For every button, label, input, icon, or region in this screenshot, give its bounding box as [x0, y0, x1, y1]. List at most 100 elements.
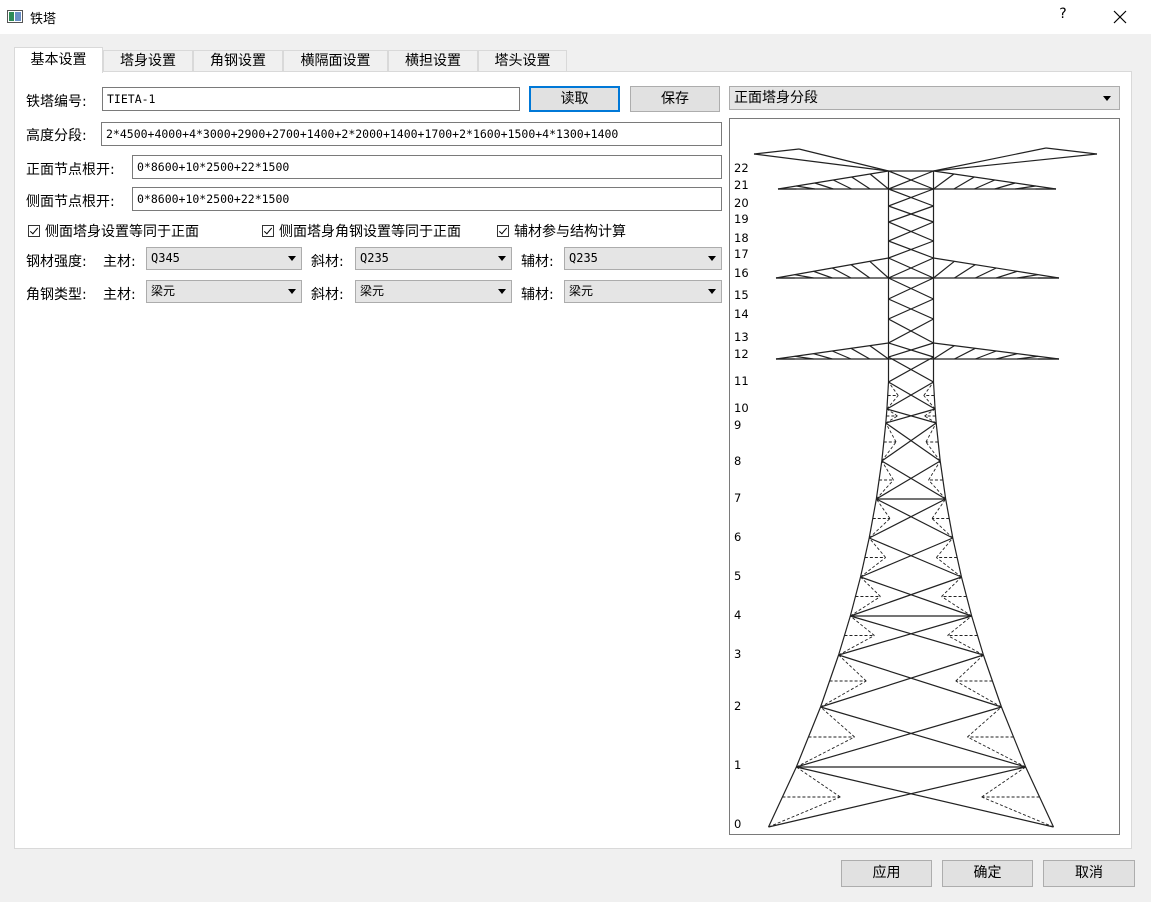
ok-button[interactable]: 确定 [942, 860, 1033, 887]
dropdown-arrow-icon [498, 256, 506, 261]
crossarm-web [850, 347, 871, 360]
type-diag-select[interactable]: 梁元 [355, 280, 512, 303]
peak-member [753, 153, 889, 172]
auxiliary-member [923, 381, 934, 396]
segment-label-6: 6 [734, 530, 742, 544]
strength-main-select[interactable]: Q345 [146, 247, 302, 270]
crossarm-web [954, 264, 976, 279]
tower-id-input[interactable]: TIETA-1 [102, 87, 520, 111]
type-aux-label: 辅材: [521, 287, 554, 303]
strength-aux-label: 辅材: [521, 254, 554, 270]
segment-label-21: 21 [734, 178, 749, 192]
type-main-label: 主材: [103, 287, 136, 303]
cancel-button[interactable]: 取消 [1043, 860, 1135, 887]
crossarm-web [996, 353, 1018, 360]
crossarm-web [869, 173, 889, 190]
segment-label-12: 12 [734, 347, 749, 361]
type-diag-label: 斜材: [311, 287, 344, 303]
segment-label-11: 11 [734, 374, 749, 388]
auxiliary-member [923, 395, 936, 410]
front-node-spacing-input[interactable]: 0*8600+10*2500+22*1500 [132, 155, 722, 179]
side-node-spacing-label: 侧面节点根开: [26, 194, 115, 210]
dropdown-arrow-icon [708, 289, 716, 294]
dropdown-arrow-icon [498, 289, 506, 294]
type-main-select[interactable]: 梁元 [146, 280, 302, 303]
crossarm-web [813, 353, 833, 360]
dropdown-arrow-icon [1103, 96, 1111, 101]
tab-diaphragm-settings[interactable]: 横隔面设置 [283, 50, 388, 71]
crossarm-web [975, 267, 997, 279]
side-body-same-checkbox[interactable]: 侧面塔身设置等同于正面 [28, 221, 199, 241]
crossarm-web [813, 270, 833, 279]
auxiliary-member [981, 766, 1026, 798]
apply-button[interactable]: 应用 [841, 860, 932, 887]
strength-aux-select[interactable]: Q235 [564, 247, 722, 270]
crossarm-web [832, 179, 852, 190]
steel-strength-label: 钢材强度: [26, 254, 87, 270]
side-node-spacing-input[interactable]: 0*8600+10*2500+22*1500 [132, 187, 722, 211]
segment-label-18: 18 [734, 231, 749, 245]
segment-label-14: 14 [734, 307, 749, 321]
checkbox-checked-icon [262, 225, 274, 237]
tab-basic-settings[interactable]: 基本设置 [14, 47, 103, 73]
segment-label-1: 1 [734, 758, 742, 772]
peak-member [1045, 147, 1098, 155]
crossarm-web [814, 182, 834, 190]
auxiliary-member [768, 796, 841, 828]
tab-crossarm-settings[interactable]: 横担设置 [388, 50, 478, 71]
segment-label-17: 17 [734, 247, 749, 261]
save-button[interactable]: 保存 [630, 86, 720, 112]
crossarm-web [851, 176, 871, 190]
crossarm-web [953, 176, 975, 190]
auxiliary-member [886, 395, 899, 410]
tab-body-settings[interactable]: 塔身设置 [103, 50, 193, 71]
peak-member [933, 147, 1047, 172]
segment-label-13: 13 [734, 330, 749, 344]
tower-drawing [753, 147, 1098, 828]
crossarm-web [831, 267, 852, 279]
tab-tower-head-settings[interactable]: 塔头设置 [478, 50, 567, 71]
segment-label-8: 8 [734, 454, 742, 468]
tab-angle-steel-settings[interactable]: 角钢设置 [193, 50, 283, 71]
crossarm-web [933, 173, 955, 190]
aux-calc-checkbox[interactable]: 辅材参与结构计算 [497, 221, 626, 241]
peak-member [798, 148, 889, 172]
tower-preview-canvas[interactable]: 22 21 20 19 18 17 16 15 14 13 12 11 10 9 8 7 6 5 4 3 2 1 0 [729, 118, 1120, 835]
read-button[interactable]: 读取 [529, 86, 620, 112]
crossarm-web [869, 260, 889, 279]
auxiliary-member [888, 381, 899, 396]
segment-label-5: 5 [734, 569, 742, 583]
main-leg-member [859, 537, 870, 578]
height-segments-input[interactable]: 2*4500+4000+4*3000+2900+2700+1400+2*2000… [101, 122, 722, 146]
main-leg-member [952, 537, 963, 578]
crossarm-web [850, 264, 871, 279]
type-aux-select[interactable]: 梁元 [564, 280, 722, 303]
segment-label-2: 2 [734, 699, 742, 713]
crossarm-web [933, 260, 955, 279]
angle-type-label: 角钢类型: [26, 287, 87, 303]
view-mode-select[interactable]: 正面塔身分段 [729, 86, 1120, 110]
segment-label-19: 19 [734, 212, 749, 226]
help-button[interactable]: ? [1053, 6, 1073, 22]
checkbox-checked-icon [28, 225, 40, 237]
segment-label-10: 10 [734, 401, 749, 415]
crossarm-web [869, 345, 889, 360]
segment-label-0: 0 [734, 817, 742, 831]
peak-member [933, 153, 1098, 172]
dropdown-arrow-icon [288, 289, 296, 294]
crossarm-web [933, 345, 955, 360]
segment-label-9: 9 [734, 418, 742, 432]
strength-main-label: 主材: [103, 254, 136, 270]
crossarm-web [994, 182, 1016, 190]
peak-member [753, 148, 800, 155]
crossarm-web [975, 350, 997, 360]
app-icon [7, 10, 23, 23]
auxiliary-member [981, 796, 1054, 828]
side-angle-same-checkbox[interactable]: 侧面塔身角钢设置等同于正面 [262, 221, 461, 241]
strength-diag-label: 斜材: [311, 254, 344, 270]
close-icon[interactable] [1108, 5, 1132, 29]
crossarm-web [974, 179, 995, 190]
auxiliary-member [796, 766, 841, 798]
strength-diag-select[interactable]: Q235 [355, 247, 512, 270]
window-title: 铁塔 [30, 12, 57, 27]
